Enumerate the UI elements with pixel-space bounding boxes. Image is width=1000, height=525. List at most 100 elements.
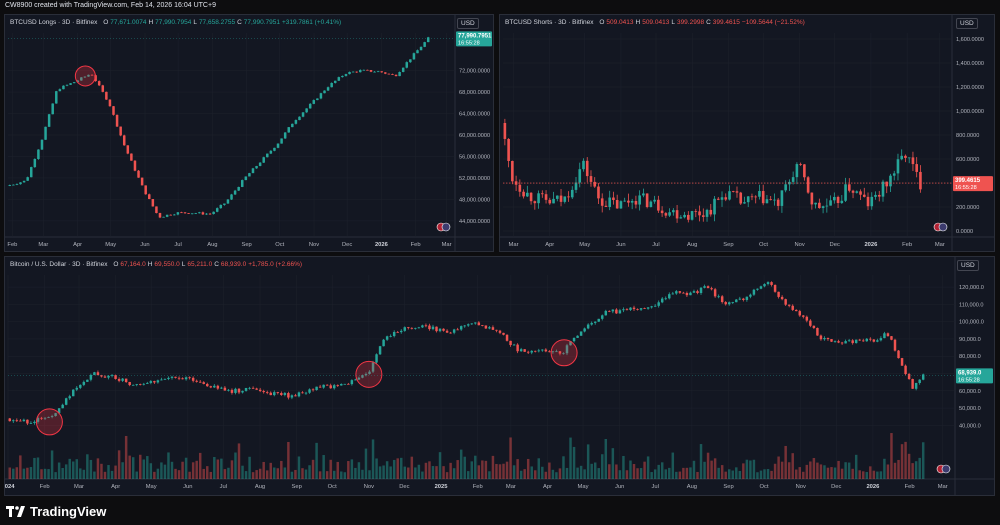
volume-bar (417, 464, 421, 479)
candle (209, 386, 213, 388)
btc-chart[interactable]: 120,000.0 110,000.0 100,000.0 90,000.0 80,00… (5, 257, 994, 495)
candle (142, 383, 146, 385)
volume-bar (139, 454, 142, 479)
volume-bar (36, 457, 40, 479)
candle (735, 191, 739, 193)
candle (574, 182, 578, 190)
candle (230, 194, 233, 200)
candle (348, 71, 351, 75)
candle (683, 214, 686, 218)
volume-bar (26, 467, 29, 479)
y-tick-label: 60,000.0000 (459, 133, 490, 139)
volume-bar (50, 450, 54, 479)
volume-bar (907, 453, 911, 479)
volume-bar (160, 462, 163, 479)
candle (354, 379, 357, 381)
candle (329, 385, 332, 389)
btc-chart-panel[interactable]: 120,000.0 110,000.0 100,000.0 90,000.0 80,00… (4, 256, 995, 496)
candle (526, 192, 529, 197)
candle (687, 214, 690, 220)
volume-bar (911, 463, 914, 479)
x-tick-label: May (579, 242, 590, 248)
candle (754, 196, 758, 198)
volume-bar (153, 471, 156, 479)
volume-bar (248, 456, 251, 479)
shorts-chart[interactable]: 1,600.0000 1,400.0000 1,200.0000 1,000.0000… (500, 15, 994, 251)
x-tick-label: Jun (616, 242, 625, 248)
shorts-currency-label[interactable]: USD (956, 18, 978, 29)
longs-chart-panel[interactable]: 72,000.0000 68,000.0000 64,000.0000 60,000.… (4, 14, 494, 252)
volume-bar (657, 464, 660, 479)
candle (190, 213, 194, 215)
candle (657, 199, 660, 211)
candle (879, 338, 883, 341)
candle (22, 180, 26, 183)
candle (639, 308, 643, 310)
candle (870, 196, 874, 207)
candle (337, 77, 341, 81)
x-tick-label: May (578, 484, 589, 490)
candle (567, 196, 570, 198)
volume-bar (724, 471, 727, 479)
candle (135, 384, 138, 385)
tradingview-brand[interactable]: TradingView (6, 504, 106, 519)
btc-currency-label[interactable]: USD (957, 260, 979, 271)
volume-bar (146, 456, 149, 479)
candle (919, 171, 922, 190)
tradingview-logo-icon (6, 505, 25, 517)
candle (251, 168, 255, 174)
candle (672, 210, 675, 213)
candle (689, 292, 692, 296)
volume-bar (258, 468, 262, 479)
candle (743, 202, 746, 204)
candle (522, 191, 525, 197)
candle (283, 393, 287, 395)
candle (208, 213, 212, 215)
x-tick-label: Feb (905, 484, 915, 490)
candle (516, 344, 519, 352)
candle (758, 191, 761, 197)
candle (829, 200, 832, 206)
candle (12, 420, 15, 422)
candle (821, 206, 825, 209)
candle (586, 324, 590, 329)
candle (826, 338, 830, 340)
x-tick-label: Apr (543, 484, 552, 490)
candle (216, 385, 220, 389)
volume-bar (717, 467, 720, 479)
candle (685, 292, 689, 296)
ohlc-item: O 67,164.0 (113, 261, 145, 268)
candle (544, 194, 548, 200)
volume-bar (823, 465, 826, 479)
candle (79, 384, 82, 388)
longs-currency-label[interactable]: USD (457, 18, 479, 29)
candle (727, 302, 731, 305)
candle (51, 103, 54, 115)
shorts-title: BTCUSD Shorts · 3D · Bitfinex O 509.0413 H… (505, 19, 807, 26)
volume-bar (364, 448, 368, 479)
candle (749, 294, 752, 297)
x-tick-label: Mar (935, 242, 945, 248)
y-tick-label: 80,000.0 (959, 354, 981, 360)
candle (163, 378, 167, 380)
candle (419, 46, 423, 51)
volume-bar (858, 470, 861, 479)
x-tick-label: Aug (687, 484, 697, 490)
candle (237, 186, 240, 191)
volume-bar (283, 467, 287, 479)
candle (872, 339, 876, 342)
x-tick-label: Jun (140, 242, 149, 248)
x-tick-label: Oct (760, 484, 769, 490)
x-tick-label: Feb (411, 242, 421, 248)
candle (62, 85, 65, 90)
candle (866, 196, 870, 207)
candle (258, 162, 262, 167)
ohlc-value: −109.5644 (−21.52%) (741, 19, 805, 26)
shorts-chart-panel[interactable]: 1,600.0000 1,400.0000 1,200.0000 1,000.0000… (499, 14, 995, 252)
longs-chart[interactable]: 72,000.0000 68,000.0000 64,000.0000 60,000.… (5, 15, 493, 251)
candle (155, 206, 158, 214)
volume-bar (481, 460, 484, 479)
candle (387, 73, 391, 75)
candle (362, 69, 366, 71)
candle (318, 386, 322, 388)
